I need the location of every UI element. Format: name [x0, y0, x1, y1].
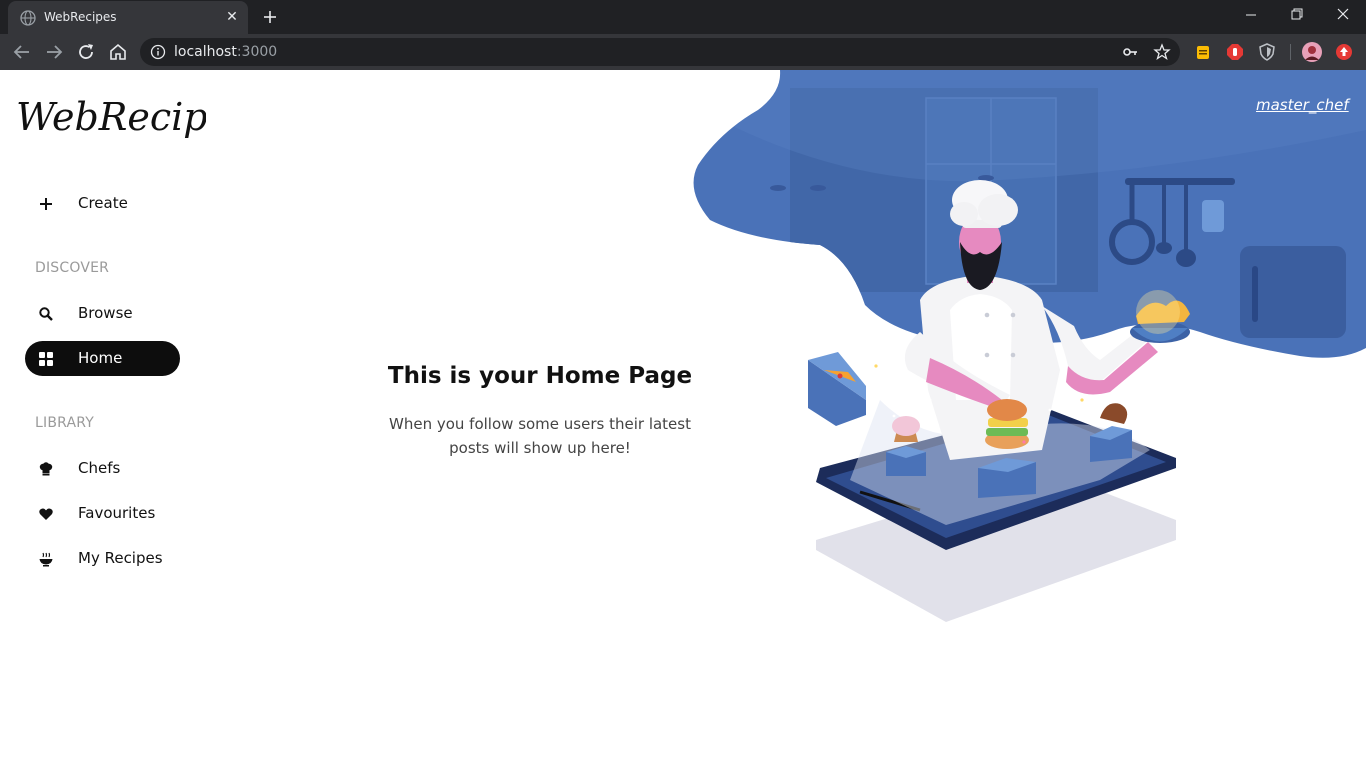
update-icon[interactable]: [1334, 42, 1354, 62]
address-bar[interactable]: localhost:3000: [140, 38, 1180, 66]
sidebar-item-chefs[interactable]: Chefs: [25, 451, 180, 486]
grid-icon: [39, 352, 53, 366]
sidebar-item-label: Chefs: [78, 459, 121, 477]
forward-icon[interactable]: [42, 40, 66, 64]
sidebar-item-label: Create: [78, 194, 128, 212]
url-host: localhost: [174, 44, 237, 60]
chef-illustration: [693, 70, 1366, 622]
section-heading-discover: DISCOVER: [35, 260, 110, 276]
empty-state-message: When you follow some users their latest …: [389, 415, 691, 457]
new-tab-icon[interactable]: [258, 6, 282, 28]
bowl-icon: [39, 552, 53, 567]
user-profile-link[interactable]: master_chef: [1256, 96, 1349, 114]
app-logo[interactable]: WebRecipes: [16, 88, 206, 144]
sidebar-item-home[interactable]: Home: [25, 341, 180, 376]
search-icon: [39, 307, 53, 321]
toolbar-separator: [1290, 44, 1291, 60]
logo-text: WebRecipes: [16, 95, 206, 139]
profile-avatar-icon[interactable]: [1302, 42, 1322, 62]
info-icon[interactable]: [148, 42, 168, 62]
close-window-icon[interactable]: [1320, 0, 1366, 30]
sidebar-item-browse[interactable]: Browse: [25, 296, 180, 331]
chef-hat-icon: [39, 462, 53, 476]
browser-tab-strip: WebRecipes ✕: [0, 0, 1366, 34]
url-port: :3000: [236, 44, 278, 60]
tab-close-icon[interactable]: ✕: [224, 9, 240, 25]
star-icon[interactable]: [1152, 42, 1172, 62]
extension-adblock-icon[interactable]: [1225, 42, 1245, 62]
sidebar-item-label: My Recipes: [78, 549, 163, 567]
sidebar-item-label: Favourites: [78, 504, 156, 522]
section-heading-library: LIBRARY: [35, 415, 95, 431]
key-icon[interactable]: [1120, 42, 1140, 62]
tab-title: WebRecipes: [44, 10, 117, 24]
plus-icon: [40, 198, 52, 210]
extension-notes-icon[interactable]: [1193, 42, 1213, 62]
heart-icon: [39, 508, 53, 520]
sidebar-item-my-recipes[interactable]: My Recipes: [25, 541, 180, 576]
web-page: master_chef WebRecipes Create DISCOVER B…: [0, 70, 1366, 768]
sidebar-item-label: Home: [78, 349, 123, 367]
page-title: This is your Home Page: [387, 363, 693, 389]
url-text: localhost:3000: [174, 44, 277, 60]
sidebar-item-create[interactable]: Create: [25, 186, 180, 221]
back-icon[interactable]: [10, 40, 34, 64]
browser-tab[interactable]: WebRecipes ✕: [8, 1, 248, 34]
browser-toolbar: localhost:3000: [0, 34, 1366, 70]
sidebar-item-favourites[interactable]: Favourites: [25, 496, 180, 531]
home-icon[interactable]: [106, 40, 130, 64]
reload-icon[interactable]: [74, 40, 98, 64]
restore-icon[interactable]: [1274, 0, 1320, 30]
sidebar-item-label: Browse: [78, 304, 133, 322]
globe-icon: [20, 10, 36, 26]
minimize-icon[interactable]: [1228, 0, 1274, 30]
sidebar: WebRecipes Create DISCOVER Browse: [0, 70, 230, 768]
extension-shield-icon[interactable]: [1257, 42, 1277, 62]
